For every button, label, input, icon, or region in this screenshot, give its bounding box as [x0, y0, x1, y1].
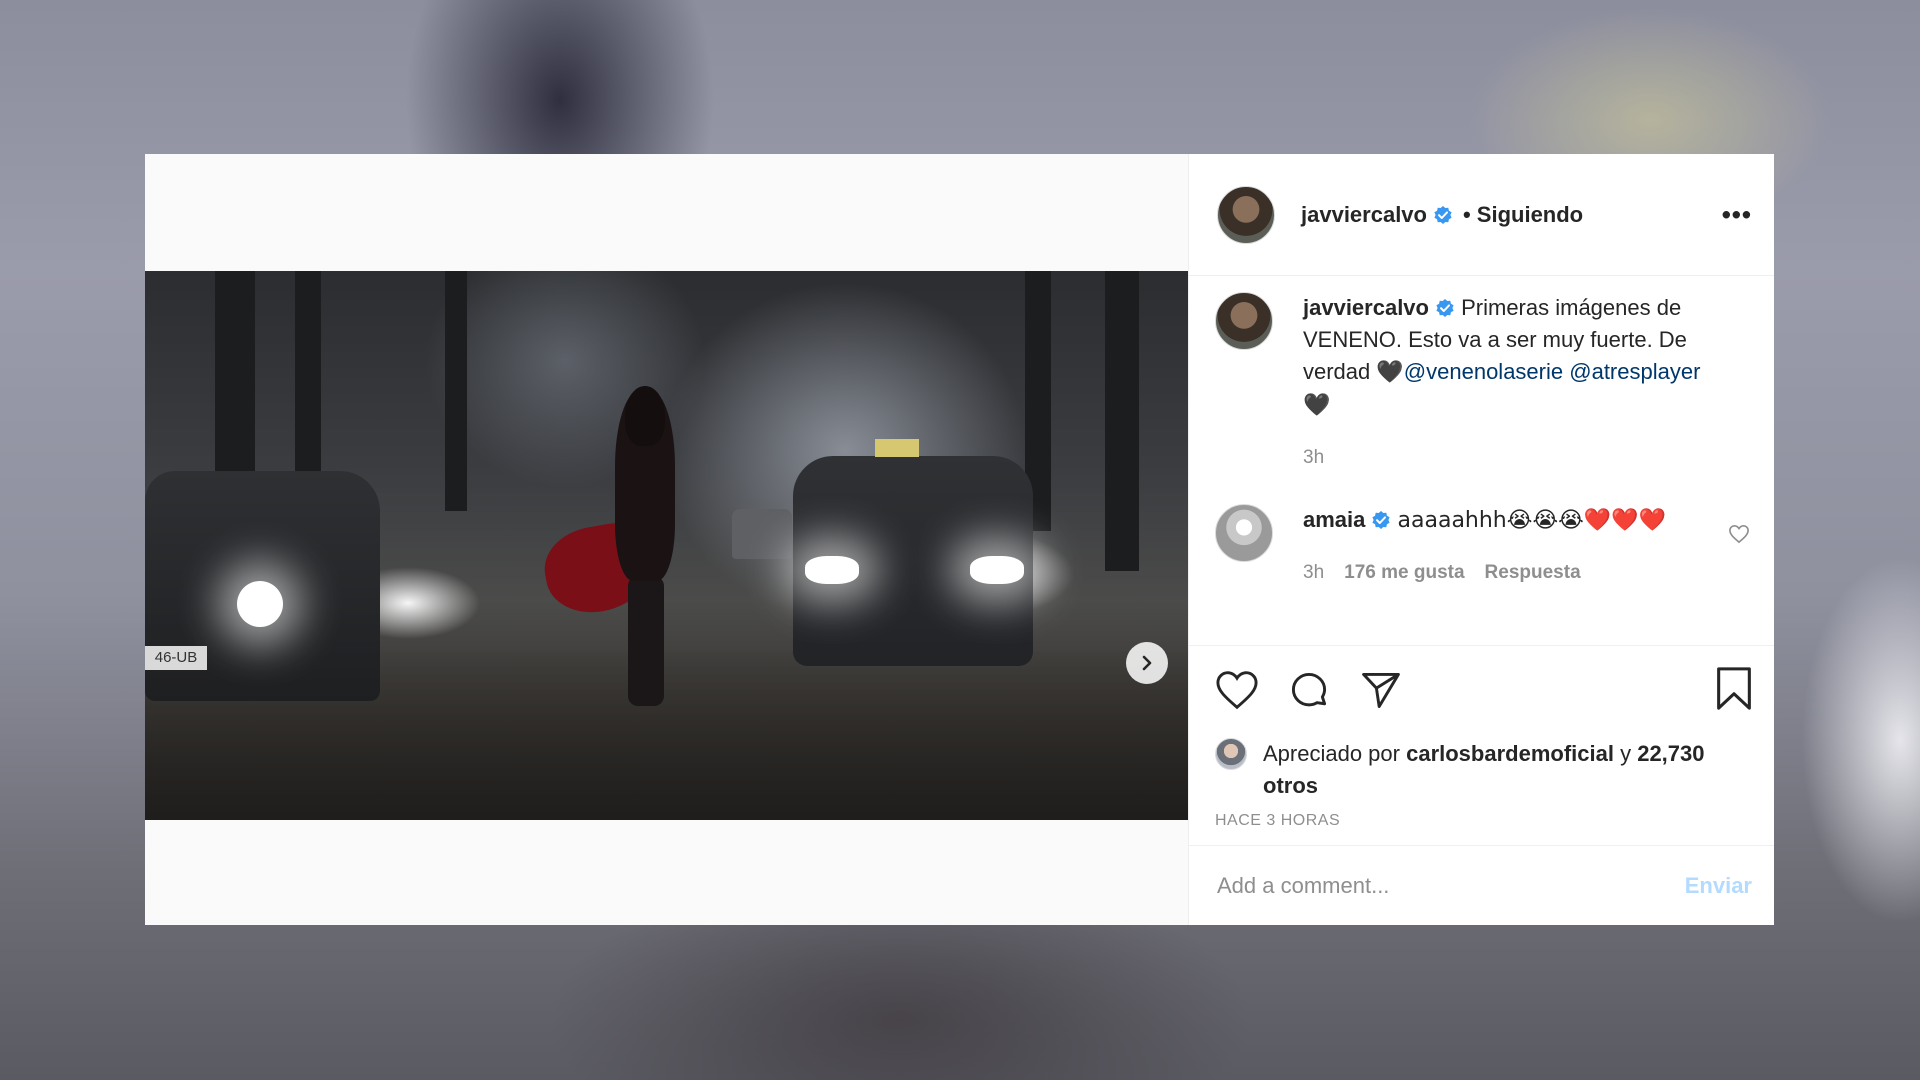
add-comment-bar: Enviar	[1189, 845, 1774, 925]
caption-username[interactable]: javviercalvo	[1303, 295, 1429, 320]
commenter-username[interactable]: amaia	[1303, 507, 1365, 532]
likes-prefix: Apreciado por	[1263, 741, 1407, 766]
license-plate: 46-UB	[145, 646, 207, 670]
comment-body: amaia aaaaahhh😭😭😭❤️❤️❤️ 3h 176 me gusta …	[1303, 504, 1733, 589]
post-actions: Apreciado por carlosbardemoficial y 22,7…	[1189, 646, 1774, 830]
woman-head	[625, 386, 665, 446]
paper-plane-icon[interactable]	[1359, 668, 1403, 712]
post-header: javviercalvo • Siguiendo •••	[1189, 154, 1774, 276]
comment-item: amaia aaaaahhh😭😭😭❤️❤️❤️ 3h 176 me gusta …	[1215, 504, 1752, 589]
comment-time[interactable]: 3h	[1303, 557, 1324, 589]
caption-meta: 3h	[1303, 442, 1733, 474]
more-options-icon[interactable]: •••	[1722, 199, 1752, 230]
verified-badge-icon	[1434, 205, 1452, 224]
verified-badge-icon	[1372, 511, 1390, 529]
woman-legs	[628, 576, 664, 706]
verified-badge-icon	[1436, 299, 1454, 317]
caption-body: javviercalvo Primeras imágenes de VENENO…	[1303, 292, 1733, 474]
likes-text: Apreciado por carlosbardemoficial y 22,7…	[1263, 738, 1723, 802]
post-timestamp[interactable]: HACE 3 HORAS	[1215, 812, 1752, 830]
left-car-headlight	[237, 581, 283, 627]
mention-link[interactable]: @atresplayer	[1569, 359, 1700, 384]
post-sidebar: javviercalvo • Siguiendo ••• javviercalv…	[1188, 154, 1774, 925]
caption: javviercalvo Primeras imágenes de VENENO…	[1215, 292, 1752, 474]
likes-suffix: y	[1613, 741, 1638, 766]
heart-icon[interactable]	[1215, 670, 1259, 710]
author-avatar[interactable]	[1217, 185, 1275, 244]
action-row	[1215, 666, 1752, 714]
next-image-button[interactable]	[1126, 642, 1168, 684]
tree-trunk	[445, 271, 467, 511]
post-photo[interactable]: 46-UB	[145, 271, 1188, 820]
reply-button[interactable]: Respuesta	[1485, 557, 1581, 589]
chevron-right-icon	[1142, 655, 1152, 671]
comment-like-heart-icon[interactable]	[1728, 524, 1750, 544]
caption-time[interactable]: 3h	[1303, 442, 1324, 474]
post-comment-button[interactable]: Enviar	[1685, 873, 1752, 899]
following-button[interactable]: • Siguiendo	[1463, 202, 1583, 228]
black-heart-emoji: 🖤	[1376, 360, 1404, 385]
comment-likes[interactable]: 176 me gusta	[1344, 557, 1464, 589]
black-heart-emoji: 🖤	[1303, 393, 1331, 418]
comment-meta: 3h 176 me gusta Respuesta	[1303, 557, 1733, 589]
bookmark-icon[interactable]	[1714, 666, 1754, 717]
mention-link[interactable]: @venenolaserie	[1404, 359, 1563, 384]
liker-username[interactable]: carlosbardemoficial	[1406, 741, 1614, 766]
likes-summary: Apreciado por carlosbardemoficial y 22,7…	[1215, 738, 1752, 802]
taxi-headlight-left	[805, 556, 859, 584]
author-info: javviercalvo • Siguiendo	[1301, 202, 1583, 228]
comments-section: javviercalvo Primeras imágenes de VENENO…	[1189, 276, 1774, 646]
commenter-avatar[interactable]	[1215, 504, 1273, 562]
comment-input[interactable]	[1215, 871, 1685, 900]
liker-avatar[interactable]	[1215, 738, 1247, 770]
far-car	[732, 509, 792, 559]
taxi-sign	[875, 439, 919, 457]
instagram-post: 46-UB javviercalvo • Siguiendo ••• javvi…	[145, 154, 1774, 925]
author-username[interactable]: javviercalvo	[1301, 202, 1427, 228]
post-media: 46-UB	[145, 154, 1188, 925]
comment-icon[interactable]	[1287, 668, 1331, 712]
caption-avatar[interactable]	[1215, 292, 1273, 350]
taxi-headlight-right	[970, 556, 1024, 584]
comment-text: aaaaahhh😭😭😭❤️❤️❤️	[1397, 508, 1667, 533]
tree-trunk	[1105, 271, 1139, 571]
